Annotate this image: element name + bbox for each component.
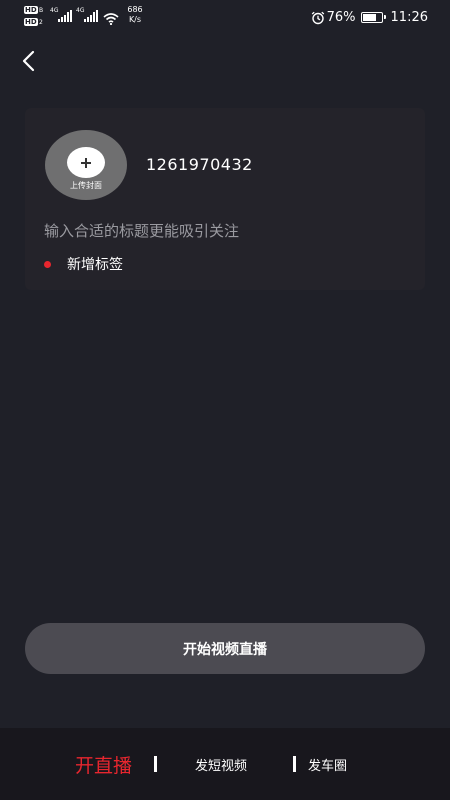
clock: 11:26 <box>390 9 428 25</box>
plus-icon <box>67 147 105 178</box>
tag-dot-icon <box>44 260 51 268</box>
bottom-nav: 开直播 发短视频 发车圈 <box>0 728 450 800</box>
start-live-button[interactable]: 开始视频直播 <box>25 623 425 674</box>
live-info-card: 上传封面 1261970432 新增标签 <box>25 108 425 290</box>
tab-car-circle[interactable]: 发车圈 <box>308 728 347 800</box>
wifi-icon <box>103 10 119 29</box>
speed-unit: K/s <box>128 15 142 24</box>
battery-level <box>362 13 376 21</box>
status-right: 76% 11:26 <box>311 7 428 27</box>
status-bar: HD B HD 2 4G 4G 686 K/s 76% 11:26 <box>0 0 450 34</box>
live-setup-screen: HD B HD 2 4G 4G 686 K/s 76% 11:26 上传封面 1… <box>0 0 450 800</box>
tab-divider <box>293 756 296 772</box>
speed-value: 686 <box>127 5 143 14</box>
hd-indicator: HD B HD 2 <box>24 5 46 29</box>
signal-icon: 4G <box>50 7 74 25</box>
upload-cover-button[interactable]: 上传封面 <box>45 130 127 200</box>
hd-badge: HD <box>24 18 38 26</box>
signal-icon: 4G <box>76 7 100 25</box>
alarm-icon <box>311 10 325 25</box>
title-input[interactable] <box>44 222 404 240</box>
hd-badge: HD <box>24 6 38 14</box>
battery-percent: 76% <box>326 9 356 25</box>
tab-divider <box>154 756 157 772</box>
upload-cover-label: 上传封面 <box>70 181 102 190</box>
room-id: 1261970432 <box>146 155 253 174</box>
add-tag-button[interactable]: 新增标签 <box>44 254 123 274</box>
hd-sub-label: B <box>39 7 44 14</box>
back-button[interactable] <box>14 46 44 76</box>
hd-sub-label: 2 <box>39 19 43 26</box>
tab-start-live[interactable]: 开直播 <box>75 728 132 800</box>
add-tag-label: 新增标签 <box>67 257 123 273</box>
tab-short-video[interactable]: 发短视频 <box>195 728 247 800</box>
chevron-left-icon <box>22 50 35 72</box>
network-speed: 686 K/s <box>124 5 146 25</box>
battery-icon <box>360 11 386 23</box>
